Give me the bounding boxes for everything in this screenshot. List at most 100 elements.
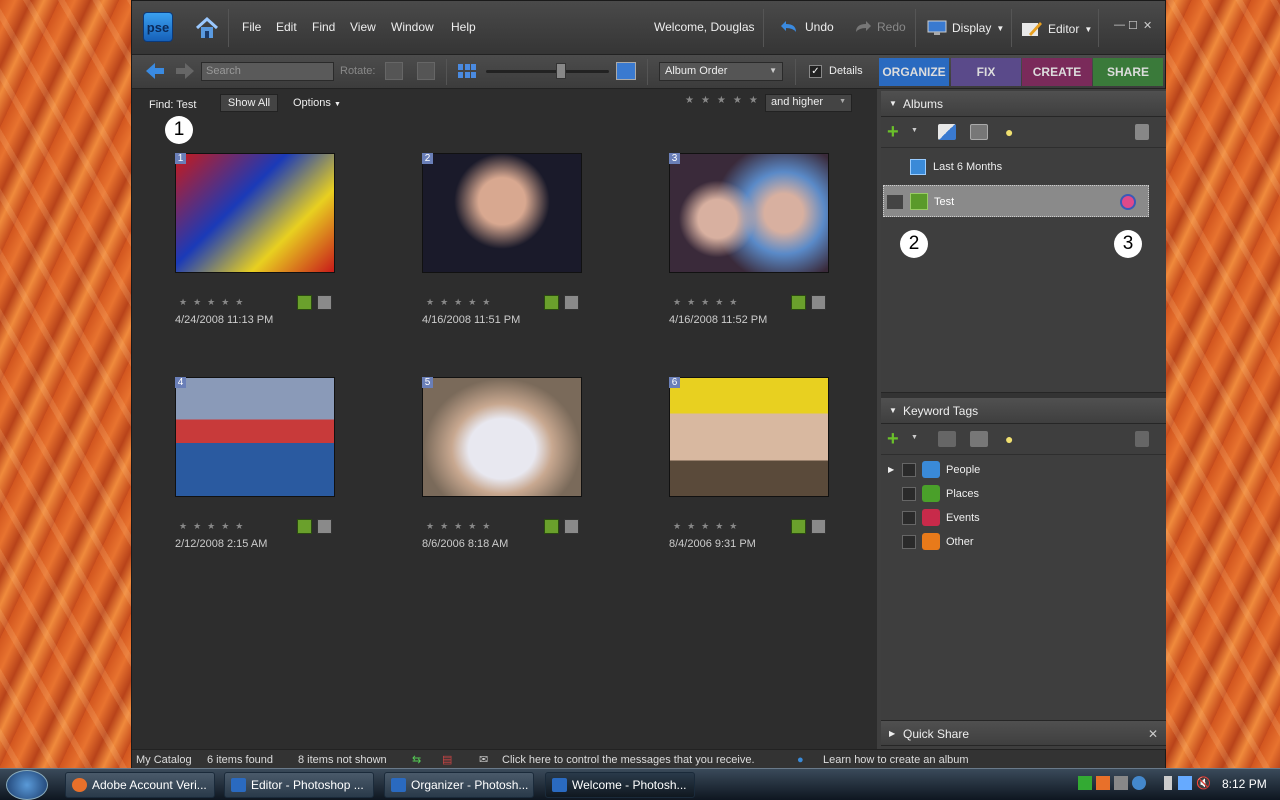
- photo-rating-stars[interactable]: ★★★★★: [673, 521, 743, 532]
- sort-order-select[interactable]: Album Order ▼: [659, 62, 783, 81]
- chevron-down-icon[interactable]: ▼: [911, 127, 918, 134]
- album-item[interactable]: Last 6 Months: [881, 151, 1166, 183]
- learn-link[interactable]: Learn how to create an album: [823, 750, 969, 770]
- tag-category-places[interactable]: Places: [881, 482, 1166, 506]
- photo-rating-stars[interactable]: ★★★★★: [673, 297, 743, 308]
- menu-edit[interactable]: Edit: [276, 20, 297, 34]
- trash-icon[interactable]: [1135, 124, 1149, 140]
- add-tag-icon[interactable]: +: [887, 429, 899, 449]
- save-album-icon[interactable]: [970, 124, 988, 140]
- redo-button[interactable]: Redo: [852, 20, 906, 34]
- album-membership-icon[interactable]: [544, 519, 559, 534]
- backup-icon[interactable]: ▤: [442, 750, 452, 770]
- tag-checkbox[interactable]: [902, 487, 916, 501]
- quick-share-header[interactable]: ▶ Quick Share ✕: [881, 720, 1166, 746]
- message-icon[interactable]: ✉: [479, 750, 488, 770]
- tab-share[interactable]: SHARE: [1093, 58, 1163, 86]
- messages-link[interactable]: Click here to control the messages that …: [502, 750, 755, 770]
- photo-rating-stars[interactable]: ★★★★★: [426, 521, 496, 532]
- add-album-icon[interactable]: +: [887, 122, 899, 142]
- menu-help[interactable]: Help: [451, 20, 476, 34]
- chevron-down-icon[interactable]: ▼: [911, 434, 918, 441]
- tag-info-icon[interactable]: [811, 295, 826, 310]
- tray-app-icon[interactable]: [1114, 776, 1128, 790]
- photo-rating-stars[interactable]: ★★★★★: [426, 297, 496, 308]
- tag-checkbox[interactable]: [902, 511, 916, 525]
- tray-app-icon[interactable]: [1132, 776, 1146, 790]
- binoculars-icon[interactable]: [887, 195, 903, 209]
- albums-header[interactable]: ▼ Albums: [881, 91, 1166, 117]
- tab-organize[interactable]: ORGANIZE: [879, 58, 949, 86]
- album-item-selected[interactable]: Test: [883, 185, 1149, 217]
- tag-info-icon[interactable]: [564, 519, 579, 534]
- edit-album-icon[interactable]: [938, 124, 956, 140]
- menu-file[interactable]: File: [242, 20, 261, 34]
- slider-handle[interactable]: [556, 63, 566, 79]
- battery-icon[interactable]: [1164, 776, 1172, 790]
- photo-thumbnail[interactable]: [175, 153, 335, 273]
- tray-app-icon[interactable]: [1078, 776, 1092, 790]
- menu-find[interactable]: Find: [312, 20, 335, 34]
- tag-info-icon[interactable]: [564, 295, 579, 310]
- show-all-button[interactable]: Show All: [220, 94, 278, 112]
- forward-arrow-icon[interactable]: [175, 62, 195, 80]
- start-button[interactable]: [6, 770, 48, 800]
- lightbulb-icon[interactable]: ●: [1005, 431, 1013, 447]
- tag-checkbox[interactable]: [902, 463, 916, 477]
- undo-button[interactable]: Undo: [780, 20, 834, 34]
- photo-thumbnail[interactable]: [422, 377, 582, 497]
- taskbar-item[interactable]: Editor - Photoshop ...: [224, 772, 374, 798]
- home-icon[interactable]: [194, 15, 220, 41]
- album-membership-icon[interactable]: [544, 295, 559, 310]
- photo-thumbnail[interactable]: [422, 153, 582, 273]
- menu-view[interactable]: View: [350, 20, 376, 34]
- edit-tag-icon[interactable]: [938, 431, 956, 447]
- tray-app-icon[interactable]: [1096, 776, 1110, 790]
- find-faces-icon[interactable]: [970, 431, 988, 447]
- lightbulb-icon[interactable]: ●: [1005, 124, 1013, 140]
- network-icon[interactable]: [1178, 776, 1192, 790]
- rating-filter-stars[interactable]: ★★★★★: [685, 95, 765, 106]
- maximize-icon[interactable]: ☐: [1128, 19, 1138, 32]
- taskbar-item[interactable]: Organizer - Photosh...: [384, 772, 534, 798]
- tag-checkbox[interactable]: [902, 535, 916, 549]
- clock[interactable]: 8:12 PM: [1222, 777, 1267, 791]
- photo-thumbnail[interactable]: [669, 153, 829, 273]
- photo-rating-stars[interactable]: ★★★★★: [179, 521, 249, 532]
- volume-muted-icon[interactable]: 🔇: [1196, 776, 1211, 790]
- tag-info-icon[interactable]: [811, 519, 826, 534]
- close-icon[interactable]: ✕: [1148, 721, 1158, 747]
- photo-thumbnail[interactable]: [175, 377, 335, 497]
- grid-view-icon[interactable]: [457, 63, 477, 79]
- tab-create[interactable]: CREATE: [1022, 58, 1092, 86]
- sync-icon[interactable]: ⇆: [412, 750, 421, 770]
- photo-thumbnail[interactable]: [669, 377, 829, 497]
- thumbnail-size-slider[interactable]: [486, 70, 609, 73]
- options-menu[interactable]: Options ▼: [293, 97, 341, 109]
- menu-window[interactable]: Window: [391, 20, 434, 34]
- trash-icon[interactable]: [1135, 431, 1149, 447]
- back-arrow-icon[interactable]: [145, 62, 165, 80]
- taskbar-item-active[interactable]: Welcome - Photosh...: [545, 772, 695, 798]
- details-checkbox[interactable]: ✓: [809, 65, 822, 78]
- tag-info-icon[interactable]: [317, 295, 332, 310]
- share-status-icon[interactable]: [1120, 194, 1136, 210]
- editor-menu-button[interactable]: Editor ▼: [1021, 20, 1092, 38]
- tag-category-other[interactable]: Other: [881, 530, 1166, 554]
- expand-triangle-icon[interactable]: ▶: [888, 458, 894, 482]
- album-membership-icon[interactable]: [297, 519, 312, 534]
- photo-rating-stars[interactable]: ★★★★★: [179, 297, 249, 308]
- tag-category-people[interactable]: ▶ People: [881, 458, 1166, 482]
- tag-info-icon[interactable]: [317, 519, 332, 534]
- rotate-right-icon[interactable]: [417, 62, 435, 80]
- rating-filter-select[interactable]: and higher ▼: [765, 94, 852, 112]
- catalog-name[interactable]: My Catalog: [136, 750, 192, 770]
- display-menu-button[interactable]: Display ▼: [927, 20, 1004, 36]
- close-icon[interactable]: ✕: [1143, 19, 1152, 32]
- taskbar-item[interactable]: Adobe Account Veri...: [65, 772, 215, 798]
- tag-category-events[interactable]: Events: [881, 506, 1166, 530]
- minimize-icon[interactable]: —: [1114, 19, 1125, 31]
- keyword-tags-header[interactable]: ▼ Keyword Tags: [881, 398, 1166, 424]
- album-membership-icon[interactable]: [791, 295, 806, 310]
- tab-fix[interactable]: FIX: [951, 58, 1021, 86]
